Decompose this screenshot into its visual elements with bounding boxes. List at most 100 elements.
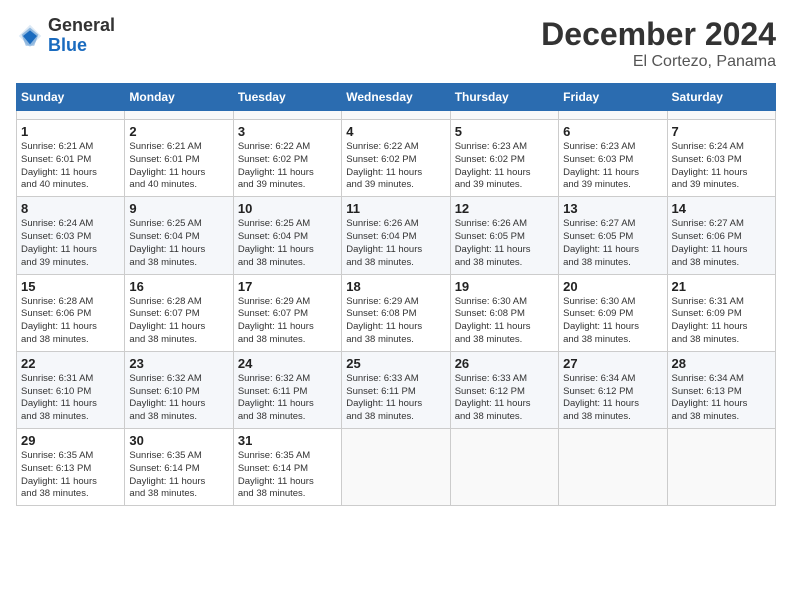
day-number: 1	[21, 124, 120, 139]
day-info: Sunrise: 6:28 AM Sunset: 6:07 PM Dayligh…	[129, 296, 228, 347]
day-number: 26	[455, 356, 554, 371]
calendar-cell: 21Sunrise: 6:31 AM Sunset: 6:09 PM Dayli…	[667, 274, 775, 351]
calendar-cell	[667, 111, 775, 120]
calendar-cell	[450, 111, 558, 120]
day-number: 22	[21, 356, 120, 371]
calendar-cell: 16 Sunrise: 6:28 AM Sunset: 6:07 PM Dayli…	[125, 274, 233, 351]
calendar-cell	[342, 429, 450, 506]
day-number: 13	[563, 201, 662, 216]
location: El Cortezo, Panama	[541, 53, 776, 71]
day-info: Sunrise: 6:21 AM Sunset: 6:01 PM Dayligh…	[21, 141, 120, 192]
day-number: 3	[238, 124, 337, 139]
day-number: 8	[21, 201, 120, 216]
calendar-cell: 28 Sunrise: 6:34 AM Sunset: 6:13 PM Dayli…	[667, 351, 775, 428]
day-number: 5	[455, 124, 554, 139]
day-info: Sunrise: 6:29 AM Sunset: 6:08 PM Dayligh…	[346, 296, 445, 347]
day-info: Sunrise: 6:27 AM Sunset: 6:05 PM Dayligh…	[563, 218, 662, 269]
calendar-cell	[559, 111, 667, 120]
day-number: 29	[21, 433, 120, 448]
calendar-header: Sunday Monday Tuesday Wednesday Thursday…	[17, 84, 776, 111]
calendar-cell: 11Sunrise: 6:26 AM Sunset: 6:04 PM Dayli…	[342, 197, 450, 274]
calendar-cell: 2 Sunrise: 6:21 AM Sunset: 6:01 PM Daylig…	[125, 120, 233, 197]
calendar-body: 1 Sunrise: 6:21 AM Sunset: 6:01 PM Daylig…	[17, 111, 776, 506]
day-info: Sunrise: 6:28 AM Sunset: 6:06 PM Dayligh…	[21, 296, 120, 347]
day-number: 4	[346, 124, 445, 139]
calendar-cell: 22 Sunrise: 6:31 AM Sunset: 6:10 PM Dayli…	[17, 351, 125, 428]
calendar-cell: 7 Sunrise: 6:24 AM Sunset: 6:03 PM Daylig…	[667, 120, 775, 197]
calendar-cell: 10Sunrise: 6:25 AM Sunset: 6:04 PM Dayli…	[233, 197, 341, 274]
day-number: 10	[238, 201, 337, 216]
day-number: 7	[672, 124, 771, 139]
day-info: Sunrise: 6:30 AM Sunset: 6:08 PM Dayligh…	[455, 296, 554, 347]
calendar-cell: 24Sunrise: 6:32 AM Sunset: 6:11 PM Dayli…	[233, 351, 341, 428]
day-info: Sunrise: 6:23 AM Sunset: 6:03 PM Dayligh…	[563, 141, 662, 192]
day-number: 2	[129, 124, 228, 139]
calendar-cell	[342, 111, 450, 120]
day-info: Sunrise: 6:35 AM Sunset: 6:14 PM Dayligh…	[129, 450, 228, 501]
calendar-cell: 9Sunrise: 6:25 AM Sunset: 6:04 PM Daylig…	[125, 197, 233, 274]
col-monday: Monday	[125, 84, 233, 111]
day-info: Sunrise: 6:22 AM Sunset: 6:02 PM Dayligh…	[238, 141, 337, 192]
page-header: General Blue December 2024 El Cortezo, P…	[16, 16, 776, 71]
day-number: 24	[238, 356, 337, 371]
day-info: Sunrise: 6:34 AM Sunset: 6:12 PM Dayligh…	[563, 373, 662, 424]
logo-general-text: General	[48, 16, 115, 36]
col-thursday: Thursday	[450, 84, 558, 111]
day-number: 30	[129, 433, 228, 448]
day-number: 12	[455, 201, 554, 216]
col-wednesday: Wednesday	[342, 84, 450, 111]
calendar-cell: 20Sunrise: 6:30 AM Sunset: 6:09 PM Dayli…	[559, 274, 667, 351]
day-number: 16	[129, 279, 228, 294]
calendar-cell: 30 Sunrise: 6:35 AM Sunset: 6:14 PM Dayli…	[125, 429, 233, 506]
calendar-table: Sunday Monday Tuesday Wednesday Thursday…	[16, 83, 776, 506]
day-number: 14	[672, 201, 771, 216]
calendar-cell: 29 Sunrise: 6:35 AM Sunset: 6:13 PM Dayli…	[17, 429, 125, 506]
calendar-cell: 12 Sunrise: 6:26 AM Sunset: 6:05 PM Dayli…	[450, 197, 558, 274]
day-number: 17	[238, 279, 337, 294]
calendar-cell: 3 Sunrise: 6:22 AM Sunset: 6:02 PM Daylig…	[233, 120, 341, 197]
calendar-week-3: 15 Sunrise: 6:28 AM Sunset: 6:06 PM Dayli…	[17, 274, 776, 351]
calendar-cell: 8Sunrise: 6:24 AM Sunset: 6:03 PM Daylig…	[17, 197, 125, 274]
calendar-cell: 14 Sunrise: 6:27 AM Sunset: 6:06 PM Dayli…	[667, 197, 775, 274]
day-number: 11	[346, 201, 445, 216]
calendar-week-1: 1 Sunrise: 6:21 AM Sunset: 6:01 PM Daylig…	[17, 120, 776, 197]
day-info: Sunrise: 6:22 AM Sunset: 6:02 PM Dayligh…	[346, 141, 445, 192]
calendar-week-2: 8Sunrise: 6:24 AM Sunset: 6:03 PM Daylig…	[17, 197, 776, 274]
title-block: December 2024 El Cortezo, Panama	[541, 16, 776, 71]
day-info: Sunrise: 6:24 AM Sunset: 6:03 PM Dayligh…	[672, 141, 771, 192]
day-info: Sunrise: 6:21 AM Sunset: 6:01 PM Dayligh…	[129, 141, 228, 192]
day-number: 27	[563, 356, 662, 371]
day-header-row: Sunday Monday Tuesday Wednesday Thursday…	[17, 84, 776, 111]
day-info: Sunrise: 6:29 AM Sunset: 6:07 PM Dayligh…	[238, 296, 337, 347]
calendar-cell	[559, 429, 667, 506]
day-info: Sunrise: 6:35 AM Sunset: 6:13 PM Dayligh…	[21, 450, 120, 501]
calendar-cell: 31 Sunrise: 6:35 AM Sunset: 6:14 PM Dayli…	[233, 429, 341, 506]
calendar-cell: 26Sunrise: 6:33 AM Sunset: 6:12 PM Dayli…	[450, 351, 558, 428]
day-info: Sunrise: 6:34 AM Sunset: 6:13 PM Dayligh…	[672, 373, 771, 424]
calendar-cell: 27 Sunrise: 6:34 AM Sunset: 6:12 PM Dayli…	[559, 351, 667, 428]
day-number: 6	[563, 124, 662, 139]
logo-icon	[16, 22, 44, 50]
calendar-week-4: 22 Sunrise: 6:31 AM Sunset: 6:10 PM Dayli…	[17, 351, 776, 428]
day-info: Sunrise: 6:26 AM Sunset: 6:05 PM Dayligh…	[455, 218, 554, 269]
day-info: Sunrise: 6:35 AM Sunset: 6:14 PM Dayligh…	[238, 450, 337, 501]
day-number: 19	[455, 279, 554, 294]
calendar-cell: 1 Sunrise: 6:21 AM Sunset: 6:01 PM Daylig…	[17, 120, 125, 197]
day-number: 20	[563, 279, 662, 294]
day-number: 15	[21, 279, 120, 294]
calendar-cell: 15 Sunrise: 6:28 AM Sunset: 6:06 PM Dayli…	[17, 274, 125, 351]
day-number: 28	[672, 356, 771, 371]
day-number: 21	[672, 279, 771, 294]
col-sunday: Sunday	[17, 84, 125, 111]
calendar-cell	[450, 429, 558, 506]
day-info: Sunrise: 6:27 AM Sunset: 6:06 PM Dayligh…	[672, 218, 771, 269]
day-number: 31	[238, 433, 337, 448]
day-info: Sunrise: 6:32 AM Sunset: 6:10 PM Dayligh…	[129, 373, 228, 424]
calendar-cell: 25Sunrise: 6:33 AM Sunset: 6:11 PM Dayli…	[342, 351, 450, 428]
col-friday: Friday	[559, 84, 667, 111]
calendar-cell: 4 Sunrise: 6:22 AM Sunset: 6:02 PM Daylig…	[342, 120, 450, 197]
calendar-week-0	[17, 111, 776, 120]
day-info: Sunrise: 6:31 AM Sunset: 6:10 PM Dayligh…	[21, 373, 120, 424]
logo-text: General Blue	[48, 16, 115, 56]
col-tuesday: Tuesday	[233, 84, 341, 111]
